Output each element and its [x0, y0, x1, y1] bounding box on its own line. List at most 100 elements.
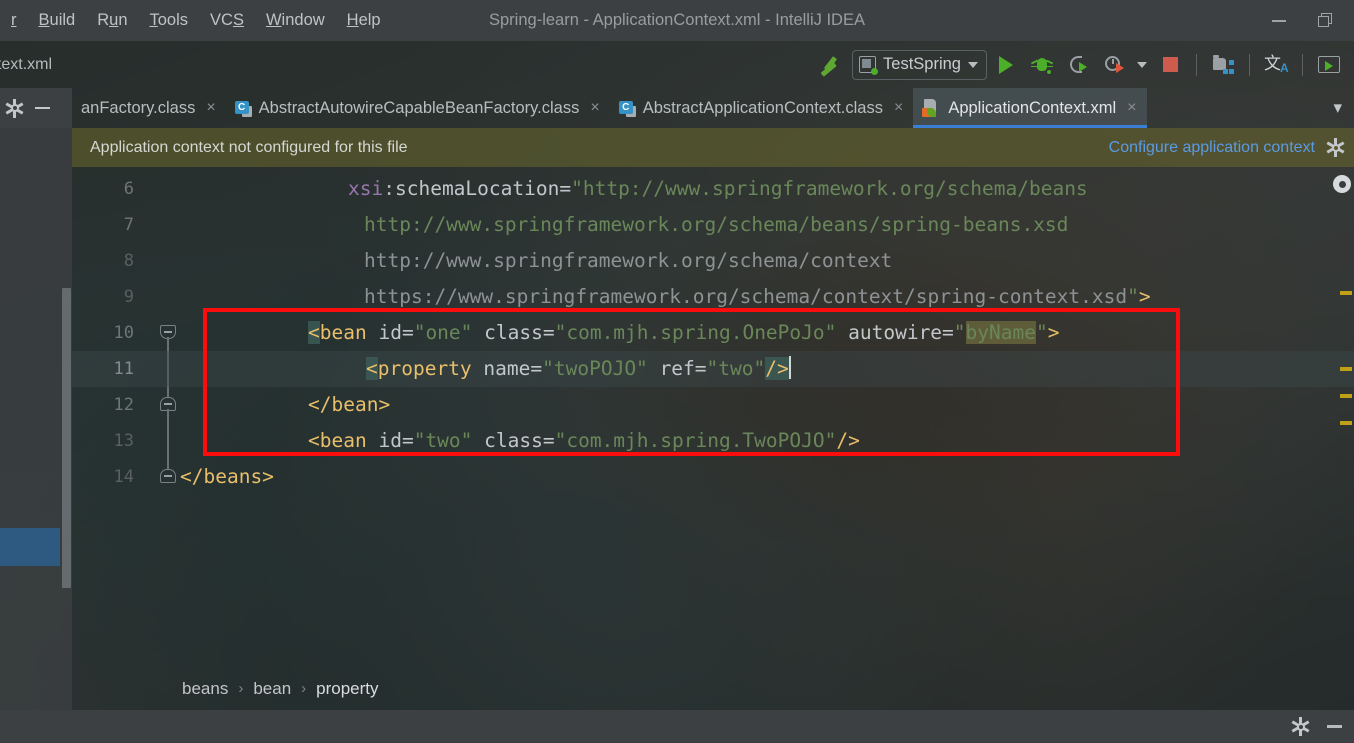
editor-gutter[interactable]: 6 7 8 9 10 11 12 13 14	[72, 167, 180, 667]
tool-window-header	[0, 88, 72, 128]
editor-tab-label: AbstractAutowireCapableBeanFactory.class	[258, 98, 580, 117]
code-line[interactable]: </bean>	[180, 387, 390, 423]
run-configuration-selector[interactable]: TestSpring	[852, 49, 987, 80]
left-panel-scrollbar[interactable]	[62, 288, 71, 588]
warning-marker[interactable]	[1340, 421, 1352, 425]
code-token: =	[942, 321, 954, 344]
breadcrumb-item-bean[interactable]: bean	[253, 679, 291, 699]
status-settings-gear-icon[interactable]	[1291, 717, 1310, 736]
profiler-button[interactable]	[1097, 48, 1131, 82]
translate-button[interactable]: 文 A	[1259, 48, 1293, 82]
stop-button[interactable]	[1153, 48, 1187, 82]
restore-button[interactable]	[1302, 0, 1348, 41]
code-token: https://www.springframework.org/schema/c…	[364, 285, 1128, 308]
status-bar	[0, 710, 1354, 743]
editor-marker-gutter[interactable]	[1333, 167, 1354, 667]
translate-sub-glyph: A	[1280, 60, 1289, 75]
debug-button[interactable]	[1025, 48, 1059, 82]
inspections-widget-icon[interactable]	[1333, 175, 1351, 193]
code-token: =	[401, 429, 414, 452]
code-token: "com.mjh.spring.TwoPOJO"	[554, 429, 837, 452]
close-icon[interactable]: ×	[894, 99, 903, 117]
code-line[interactable]: http://www.springframework.org/schema/be…	[180, 207, 1068, 243]
hide-panel-icon[interactable]	[35, 106, 50, 110]
chevron-down-icon	[968, 61, 978, 68]
code-token: >	[1138, 285, 1151, 308]
code-token: =	[694, 357, 707, 380]
code-line[interactable]: https://www.springframework.org/schema/c…	[180, 279, 1151, 315]
code-line[interactable]: xsi:schemaLocation="http://www.springfra…	[180, 171, 1088, 207]
run-button[interactable]	[989, 48, 1023, 82]
code-token: xsi	[348, 177, 384, 200]
preview-button[interactable]	[1312, 48, 1346, 82]
close-icon[interactable]: ×	[1127, 99, 1136, 117]
code-token: "com.mjh.spring.OnePoJo"	[554, 321, 837, 344]
code-folding-toggle[interactable]	[160, 469, 176, 483]
code-line[interactable]: http://www.springframework.org/schema/co…	[180, 243, 892, 279]
minimize-button[interactable]	[1256, 0, 1302, 41]
notification-settings-gear-icon[interactable]	[1326, 138, 1345, 157]
breadcrumb: beans › bean › property	[72, 667, 1354, 710]
project-structure-button[interactable]	[1206, 48, 1240, 82]
left-panel-selected-row[interactable]	[0, 528, 60, 566]
menu-item-help[interactable]: Help	[336, 8, 392, 33]
code-token: http://www.springframework.org/schema/co…	[364, 249, 893, 272]
notification-message: Application context not configured for t…	[90, 138, 408, 156]
tab-list-chevron-icon[interactable]: ▾	[1321, 98, 1354, 118]
warning-marker[interactable]	[1340, 367, 1352, 371]
code-editor[interactable]: 6 7 8 9 10 11 12 13 14 xsi:schemaLocation="http:…	[72, 167, 1354, 667]
menu-item-window[interactable]: Window	[255, 8, 336, 33]
run-with-coverage-button[interactable]	[1061, 48, 1095, 82]
code-token: property	[377, 357, 472, 380]
settings-gear-icon[interactable]	[5, 98, 24, 118]
editor-tab-label: AbstractApplicationContext.class	[642, 98, 883, 117]
code-token: http://www.springframework.org/schema/be…	[364, 213, 1069, 236]
breadcrumb-item-property[interactable]: property	[316, 679, 378, 699]
profiler-dropdown[interactable]	[1133, 48, 1151, 82]
code-token: "	[1036, 321, 1048, 344]
build-project-button[interactable]	[812, 48, 846, 82]
status-hide-icon[interactable]	[1327, 725, 1342, 728]
warning-marker[interactable]	[1340, 394, 1352, 398]
profiler-icon	[1104, 55, 1124, 75]
breadcrumb-separator: ›	[238, 680, 244, 697]
code-line[interactable]: <bean id="two" class="com.mjh.spring.Two…	[180, 423, 860, 459]
code-line[interactable]: <property name="twoPOJO" ref="two"/>	[72, 351, 1354, 387]
title-bar: r Build Run Tools VCS Window Help Spring-learn…	[0, 0, 1354, 41]
close-icon[interactable]: ×	[206, 99, 215, 117]
editor-tab-abstractapplicationcontext-class[interactable]: C AbstractApplicationContext.class ×	[610, 88, 914, 128]
code-text-area[interactable]: xsi:schemaLocation="http://www.springfra…	[72, 167, 1354, 667]
editor-tab-abstractautowirecapablebeanfactory-class[interactable]: C AbstractAutowireCapableBeanFactory.clas…	[226, 88, 610, 128]
warning-marker[interactable]	[1340, 291, 1352, 295]
menu-item-vcs[interactable]: VCS	[199, 8, 255, 33]
window-controls	[1256, 0, 1348, 41]
code-token: bean	[319, 321, 367, 344]
chevron-down-icon	[1137, 61, 1147, 68]
editor-tab-applicationcontext-xml[interactable]: ApplicationContext.xml ×	[913, 88, 1147, 128]
code-token: <	[308, 321, 320, 344]
debug-icon	[1030, 55, 1054, 75]
line-number: 8	[123, 251, 134, 271]
breadcrumb-item-beans[interactable]: beans	[182, 679, 228, 699]
menu-item-build[interactable]: Build	[28, 8, 87, 33]
toolbar-divider	[1249, 53, 1250, 76]
code-token: id	[378, 429, 402, 452]
menu-item-run[interactable]: Run	[86, 8, 138, 33]
editor-tab-label: anFactory.class	[81, 98, 196, 117]
preview-icon	[1318, 56, 1340, 73]
close-icon[interactable]: ×	[590, 99, 599, 117]
code-token: byName	[965, 321, 1036, 344]
menu-item-r[interactable]: r	[0, 8, 28, 33]
configure-application-context-link[interactable]: Configure application context	[1109, 139, 1315, 157]
editor-tab-anfactory-class[interactable]: anFactory.class ×	[72, 88, 226, 128]
code-line[interactable]: </beans>	[180, 459, 274, 495]
code-line[interactable]: <bean id="one" class="com.mjh.spring.One…	[180, 315, 1060, 351]
code-token: =	[559, 177, 572, 200]
code-token: name	[483, 357, 531, 380]
menu-item-tools[interactable]: Tools	[139, 8, 200, 33]
